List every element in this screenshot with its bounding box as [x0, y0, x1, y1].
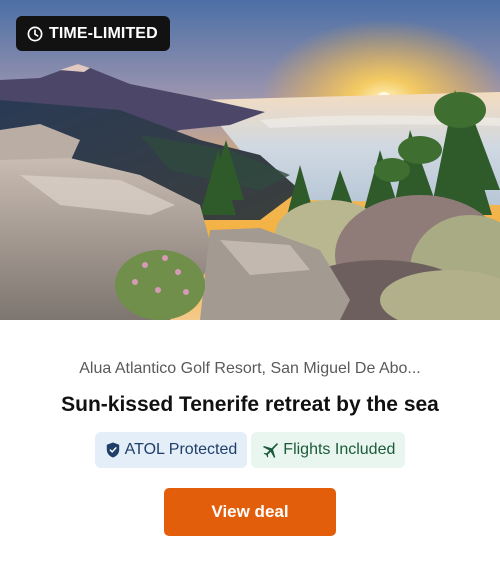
clock-icon: [27, 26, 43, 41]
view-deal-button[interactable]: View deal: [164, 488, 336, 536]
chip-label: Flights Included: [283, 441, 396, 458]
feature-chips: ATOL Protected Flights Included: [0, 432, 500, 468]
deal-card[interactable]: TIME-LIMITED Alua Atlantico Golf Resort,…: [0, 0, 500, 571]
airplane-icon: [263, 443, 279, 458]
time-limited-badge: TIME-LIMITED: [16, 16, 170, 51]
shield-icon: [106, 442, 119, 458]
chip-label: ATOL Protected: [124, 441, 238, 458]
atol-protected-chip: ATOL Protected: [94, 432, 248, 468]
deal-headline: Sun-kissed Tenerife retreat by the sea: [61, 393, 439, 416]
badge-label: TIME-LIMITED: [49, 24, 158, 42]
hotel-location: Alua Atlantico Golf Resort, San Miguel D…: [79, 360, 421, 377]
flights-included-chip: Flights Included: [251, 432, 406, 468]
